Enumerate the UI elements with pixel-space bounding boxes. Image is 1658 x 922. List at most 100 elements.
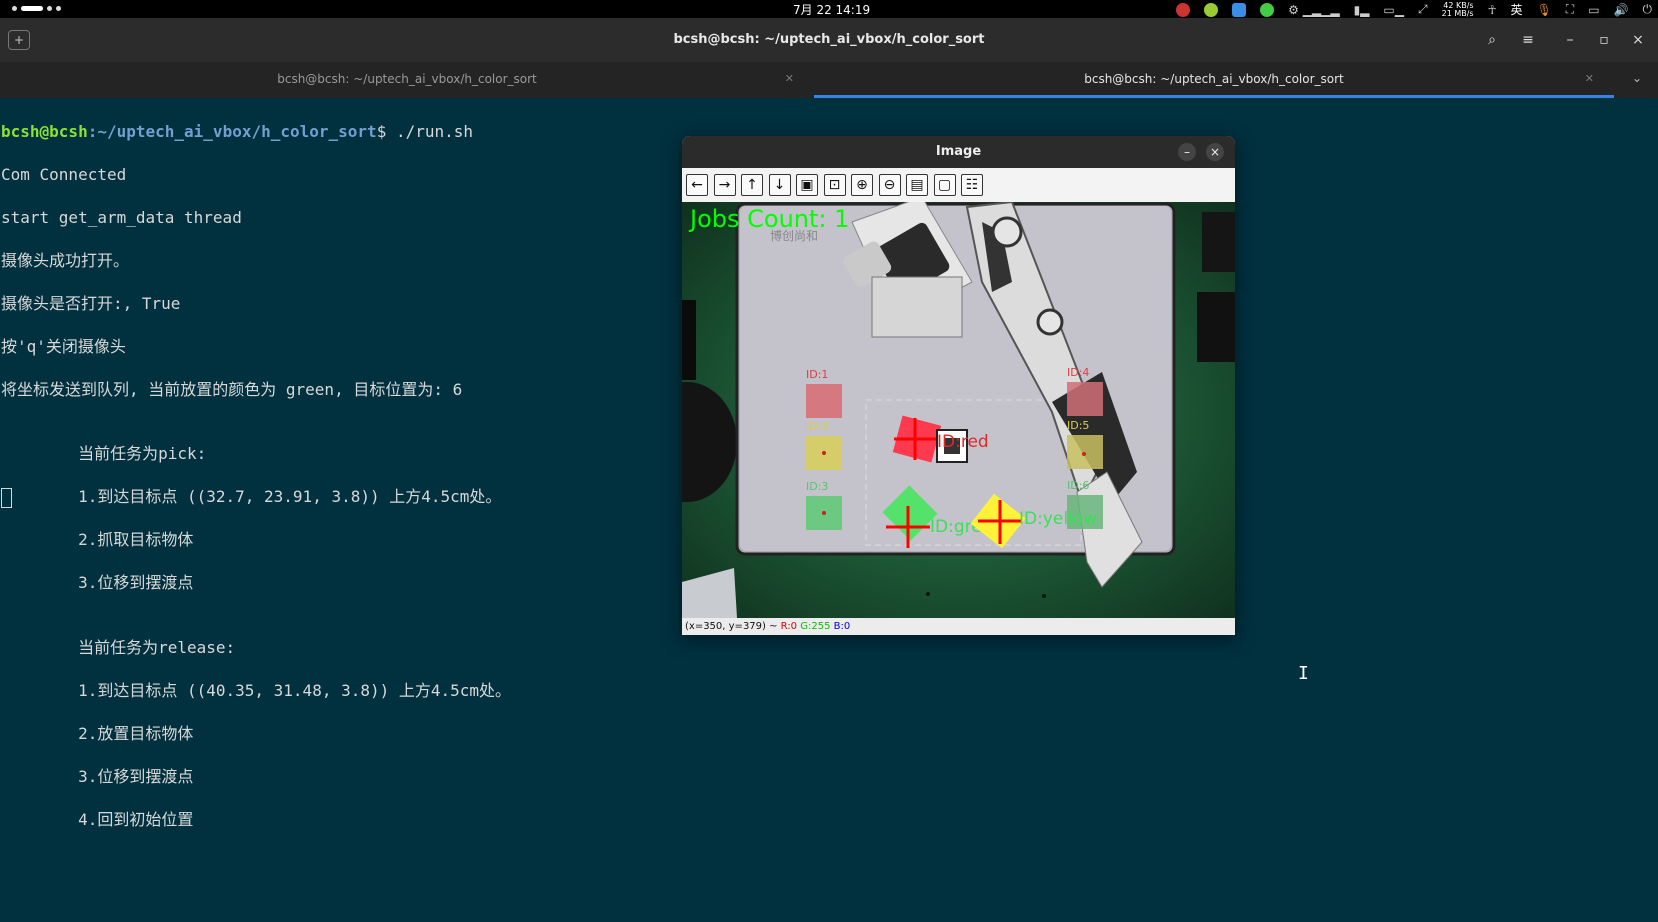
clock[interactable]: 7月 22 14:19 bbox=[793, 1, 870, 18]
sync-icon[interactable] bbox=[1260, 2, 1275, 17]
terminal-header-bar: + bcsh@bcsh: ~/uptech_ai_vbox/h_color_so… bbox=[0, 18, 1658, 62]
properties-icon[interactable]: ☷ bbox=[961, 174, 983, 196]
status-b: B:0 bbox=[833, 621, 851, 632]
tab-close-icon[interactable]: ✕ bbox=[1585, 62, 1594, 96]
screen-icon[interactable]: ⤢ bbox=[1418, 2, 1428, 17]
zone-id-3: ID:3 bbox=[806, 480, 828, 493]
terminal-window-title: bcsh@bcsh: ~/uptech_ai_vbox/h_color_sort bbox=[673, 32, 985, 47]
output-line: start get_arm_data thread bbox=[1, 207, 242, 227]
volume-icon[interactable]: 🔊 bbox=[1614, 3, 1629, 17]
tab-overflow-chevron-down-icon[interactable]: ⌄ bbox=[1632, 71, 1642, 85]
output-line: 1.到达目标点 ((32.7, 23.91, 3.8)) 上方4.5cm处。 bbox=[1, 487, 502, 506]
cpu-graph-icon[interactable]: ⚙ ▁▂▁▂ bbox=[1288, 3, 1340, 17]
label-red: ID:red bbox=[937, 432, 989, 452]
image-status-bar: (x=350, y=379) ~ R:0 G:255 B:0 bbox=[682, 618, 1235, 635]
terminal-cursor bbox=[1, 488, 12, 508]
zone-id-2: ID:2 bbox=[806, 420, 828, 433]
minimize-button[interactable]: – bbox=[1558, 29, 1582, 51]
prompt-path: :~/uptech_ai_vbox/h_color_sort bbox=[87, 121, 377, 141]
minimize-icon: – bbox=[1184, 145, 1190, 159]
workspace-indicator[interactable] bbox=[12, 6, 61, 11]
prompt-command: $ ./run.sh bbox=[376, 121, 474, 141]
zone-id-5: ID:5 bbox=[1067, 419, 1089, 432]
tab-bar: bcsh@bcsh: ~/uptech_ai_vbox/h_color_sort… bbox=[0, 62, 1658, 98]
output-line: 1.到达目标点 ((40.35, 31.48, 3.8)) 上方4.5cm处。 bbox=[1, 680, 512, 700]
label-yellow: ID:yellow bbox=[1019, 509, 1097, 529]
text-cursor-icon: I bbox=[1298, 663, 1309, 684]
menu-button[interactable]: ≡ bbox=[1516, 29, 1540, 51]
status-g: G:255 bbox=[800, 621, 831, 632]
net-down: 21 MB/s bbox=[1441, 8, 1474, 18]
camera-image[interactable]: 博创尚和 ID:1 ID:2 ID:3 ID:4 ID:5 ID:6 ID:re… bbox=[682, 196, 1235, 618]
accessibility-icon[interactable]: ☥ bbox=[1488, 3, 1497, 17]
arrow-down-icon[interactable]: ↓ bbox=[768, 174, 791, 196]
tab-label: bcsh@bcsh: ~/uptech_ai_vbox/h_color_sort bbox=[277, 72, 537, 86]
app-indicator-icon[interactable] bbox=[1204, 2, 1219, 17]
zone-id-1: ID:1 bbox=[806, 368, 828, 381]
output-line: 3.位移到摆渡点 bbox=[1, 573, 194, 592]
image-window[interactable]: Image – × ← → ↑ ↓ ▣ ⊡ ⊕ ⊖ ▤ ▢ ☷ 博创尚和 ID:… bbox=[682, 136, 1235, 635]
copy-icon[interactable]: ▢ bbox=[933, 174, 956, 196]
prompt-user: bcsh@bcsh bbox=[1, 121, 88, 141]
workspace-dot[interactable] bbox=[47, 6, 52, 11]
close-icon: × bbox=[1209, 145, 1221, 159]
tab-label: bcsh@bcsh: ~/uptech_ai_vbox/h_color_sort bbox=[1084, 72, 1344, 86]
save-icon[interactable]: ▤ bbox=[906, 174, 928, 196]
minimize-icon: – bbox=[1566, 32, 1574, 48]
output-line: 3.位移到摆渡点 bbox=[1, 766, 194, 786]
memory-graph-icon[interactable]: ▮▂ bbox=[1354, 3, 1370, 17]
battery-icon[interactable]: ▭ bbox=[1588, 3, 1599, 17]
camera-frame: 博创尚和 ID:1 ID:2 ID:3 ID:4 ID:5 ID:6 ID:re… bbox=[682, 196, 1235, 618]
messaging-icon[interactable] bbox=[1232, 2, 1247, 17]
chrome-icon[interactable] bbox=[1176, 2, 1191, 17]
image-toolbar: ← → ↑ ↓ ▣ ⊡ ⊕ ⊖ ▤ ▢ ☷ bbox=[682, 168, 1235, 202]
arrow-right-icon[interactable]: → bbox=[713, 174, 736, 196]
zoom-in-icon[interactable]: ⊕ bbox=[851, 174, 873, 196]
arrow-left-icon[interactable]: ← bbox=[686, 174, 708, 196]
jobs-count: Jobs Count: 1 bbox=[688, 205, 849, 233]
tab-close-icon[interactable]: ✕ bbox=[785, 62, 794, 96]
network-icon[interactable]: ⛶ bbox=[1566, 2, 1574, 17]
output-line: 将坐标发送到队列, 当前放置的颜色为 green, 目标位置为: 6 bbox=[1, 379, 463, 399]
status-coords: (x=350, y=379) ~ bbox=[685, 621, 781, 632]
hamburger-menu-icon: ≡ bbox=[1522, 32, 1534, 48]
arrow-up-icon[interactable]: ↑ bbox=[741, 174, 763, 196]
tab-1[interactable]: bcsh@bcsh: ~/uptech_ai_vbox/h_color_sort… bbox=[0, 62, 814, 98]
output-line: 2.抓取目标物体 bbox=[1, 530, 194, 549]
image-close-button[interactable]: × bbox=[1206, 143, 1224, 161]
workspace-dot[interactable] bbox=[56, 6, 61, 11]
zone-id-6: ID:6 bbox=[1067, 479, 1089, 492]
output-line: 4.回到初始位置 bbox=[1, 809, 194, 829]
workspace-dot[interactable] bbox=[12, 6, 17, 11]
search-icon: ⌕ bbox=[1488, 32, 1496, 48]
maximize-button[interactable]: ▫ bbox=[1592, 29, 1616, 51]
close-icon: × bbox=[1632, 32, 1644, 48]
output-line: 按'q'关闭摄像头 bbox=[1, 336, 126, 356]
output-line: 2.放置目标物体 bbox=[1, 723, 194, 743]
system-top-bar: 7月 22 14:19 ⚙ ▁▂▁▂ ▮▂ ▭▁ ⤢ 42 KB/s 21 MB… bbox=[0, 0, 1658, 18]
system-tray: ⚙ ▁▂▁▂ ▮▂ ▭▁ ⤢ 42 KB/s 21 MB/s ☥ 英 🎙 ⛶ ▭… bbox=[1176, 1, 1652, 18]
disk-graph-icon[interactable]: ▭▁ bbox=[1383, 3, 1404, 17]
restore-icon: ▫ bbox=[1599, 32, 1609, 48]
prompt-line: bcsh@bcsh:~/uptech_ai_vbox/h_color_sort$… bbox=[1, 121, 511, 143]
zoom-fit-icon[interactable]: ▣ bbox=[796, 174, 818, 196]
status-r: R:0 bbox=[780, 621, 798, 632]
network-speed[interactable]: 42 KB/s 21 MB/s bbox=[1441, 1, 1474, 18]
zoom-original-icon[interactable]: ⊡ bbox=[823, 174, 846, 196]
microphone-icon[interactable]: 🎙 bbox=[1537, 3, 1552, 17]
image-minimize-button[interactable]: – bbox=[1178, 143, 1196, 161]
output-line: Com Connected bbox=[1, 164, 127, 184]
output-line: 当前任务为pick: bbox=[1, 444, 207, 463]
terminal-output[interactable]: bcsh@bcsh:~/uptech_ai_vbox/h_color_sort$… bbox=[1, 99, 511, 852]
tab-2[interactable]: bcsh@bcsh: ~/uptech_ai_vbox/h_color_sort… bbox=[814, 62, 1614, 98]
zone-id-4: ID:4 bbox=[1067, 366, 1089, 379]
output-line: 摄像头成功打开。 bbox=[1, 250, 130, 270]
close-button[interactable]: × bbox=[1626, 29, 1650, 51]
zoom-out-icon[interactable]: ⊖ bbox=[878, 174, 901, 196]
input-method-indicator[interactable]: 英 bbox=[1511, 1, 1523, 18]
search-button[interactable]: ⌕ bbox=[1480, 29, 1504, 51]
workspace-dot-active[interactable] bbox=[21, 6, 43, 11]
output-line: 摄像头是否打开:, True bbox=[1, 293, 181, 313]
image-window-title[interactable]: Image bbox=[682, 136, 1235, 168]
power-icon[interactable]: ⏻ bbox=[1643, 2, 1653, 17]
